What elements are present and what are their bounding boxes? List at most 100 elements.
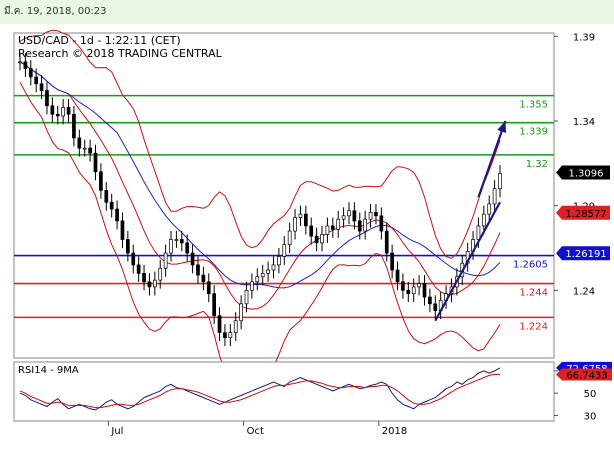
- candle-body: [104, 190, 109, 203]
- price-tick-label: 1.24: [573, 286, 595, 297]
- candle-body: [239, 303, 243, 322]
- price-tick-label: 1.39: [573, 32, 595, 43]
- candle-body: [406, 289, 411, 295]
- candle-body: [417, 283, 421, 288]
- candle-body: [190, 252, 195, 266]
- candle-body: [476, 225, 481, 240]
- price-tag-label: 1.28577: [565, 209, 606, 220]
- candle-body: [28, 68, 33, 78]
- candle-body: [298, 213, 303, 218]
- candle-body: [374, 212, 378, 217]
- candle-body: [109, 201, 114, 210]
- candle-body: [309, 225, 314, 237]
- candle-body: [179, 239, 184, 244]
- candle-body: [303, 213, 308, 227]
- candle-body: [266, 269, 270, 274]
- candle-body: [487, 203, 492, 215]
- candle-body: [314, 235, 319, 244]
- x-tick-label: 2018: [382, 426, 407, 437]
- candle-body: [433, 303, 438, 311]
- level-label: 1.32: [526, 159, 548, 170]
- candle-body: [498, 173, 502, 190]
- candle-body: [18, 61, 22, 64]
- level-label: 1.224: [519, 321, 548, 332]
- candle-body: [357, 220, 362, 232]
- candle-body: [131, 252, 136, 266]
- candle-body: [147, 281, 152, 288]
- candle-body: [347, 210, 351, 217]
- level-label: 1.244: [519, 288, 548, 299]
- chart-svg: 1.391.341.291.241.3551.3391.321.26051.24…: [13, 29, 612, 437]
- candle-body: [223, 332, 227, 339]
- candle-body: [287, 230, 292, 245]
- candle-body: [282, 244, 287, 257]
- candle-body: [136, 264, 141, 274]
- candle-body: [212, 293, 217, 317]
- rsi-chart-frame: 70503072.675866.7433: [13, 361, 612, 422]
- candle-body: [320, 234, 324, 244]
- x-tick-label: Jul: [110, 426, 123, 437]
- candle-body: [34, 76, 39, 85]
- candle-body: [217, 315, 222, 333]
- price-tag-label: 1.3096: [569, 168, 604, 179]
- rsi-tick-label: 30: [584, 411, 597, 422]
- price-tag-label: 1.26191: [565, 249, 606, 260]
- level-label: 1.355: [519, 100, 548, 111]
- candle-body: [428, 296, 432, 305]
- rsi-tag-label: 66.7433: [566, 371, 607, 382]
- candle-body: [39, 83, 44, 91]
- x-tick-label: Oct: [247, 426, 264, 437]
- candle-body: [152, 279, 157, 288]
- candle-body: [55, 113, 60, 117]
- candle-body: [115, 208, 119, 222]
- candle-body: [401, 281, 405, 291]
- candle-body: [174, 239, 179, 241]
- candle-body: [260, 273, 265, 278]
- candle-body: [82, 147, 87, 150]
- candle-body: [379, 215, 384, 232]
- candle-body: [352, 210, 357, 222]
- price-chart-frame: 1.391.341.291.241.3551.3391.321.26051.24…: [13, 29, 610, 381]
- candle-body: [201, 274, 206, 283]
- candle-body: [244, 289, 249, 305]
- candle-body: [250, 281, 254, 291]
- candle-body: [206, 281, 211, 295]
- candle-body: [330, 225, 335, 230]
- candle-body: [363, 218, 368, 232]
- candle-body: [336, 218, 341, 230]
- candle-body: [45, 90, 49, 107]
- candle-body: [481, 213, 486, 227]
- candle-body: [142, 273, 146, 283]
- candle-body: [169, 239, 173, 254]
- candle-body: [368, 212, 373, 220]
- candle-body: [88, 147, 92, 154]
- candle-body: [99, 171, 103, 191]
- candle-body: [126, 239, 130, 254]
- candle-body: [325, 225, 330, 235]
- candle-body: [66, 107, 71, 115]
- candle-body: [50, 105, 55, 115]
- rsi-title: RSI14 - 9MA: [18, 365, 79, 376]
- candle-body: [93, 152, 98, 173]
- candle-body: [395, 269, 400, 283]
- candle-body: [185, 242, 190, 254]
- candle-body: [390, 252, 394, 271]
- candle-body: [277, 256, 281, 266]
- rsi-plot-area: [13, 361, 555, 422]
- candle-body: [196, 264, 200, 276]
- candle-body: [163, 252, 168, 269]
- candle-body: [492, 188, 497, 205]
- chart-title: USD/CAD - 1d - 1:22:11 (CET): [18, 34, 181, 47]
- candle-body: [158, 267, 163, 281]
- candle-body: [233, 320, 238, 333]
- candle-body: [411, 286, 416, 295]
- candle-body: [293, 217, 297, 232]
- candle-body: [271, 264, 276, 271]
- candle-body: [77, 137, 82, 149]
- candle-body: [255, 276, 260, 283]
- price-tick-label: 1.34: [573, 117, 595, 128]
- candle-body: [61, 107, 65, 117]
- rsi-tick-label: 50: [584, 389, 597, 400]
- candle-body: [72, 113, 76, 139]
- level-label: 1.2605: [513, 260, 548, 271]
